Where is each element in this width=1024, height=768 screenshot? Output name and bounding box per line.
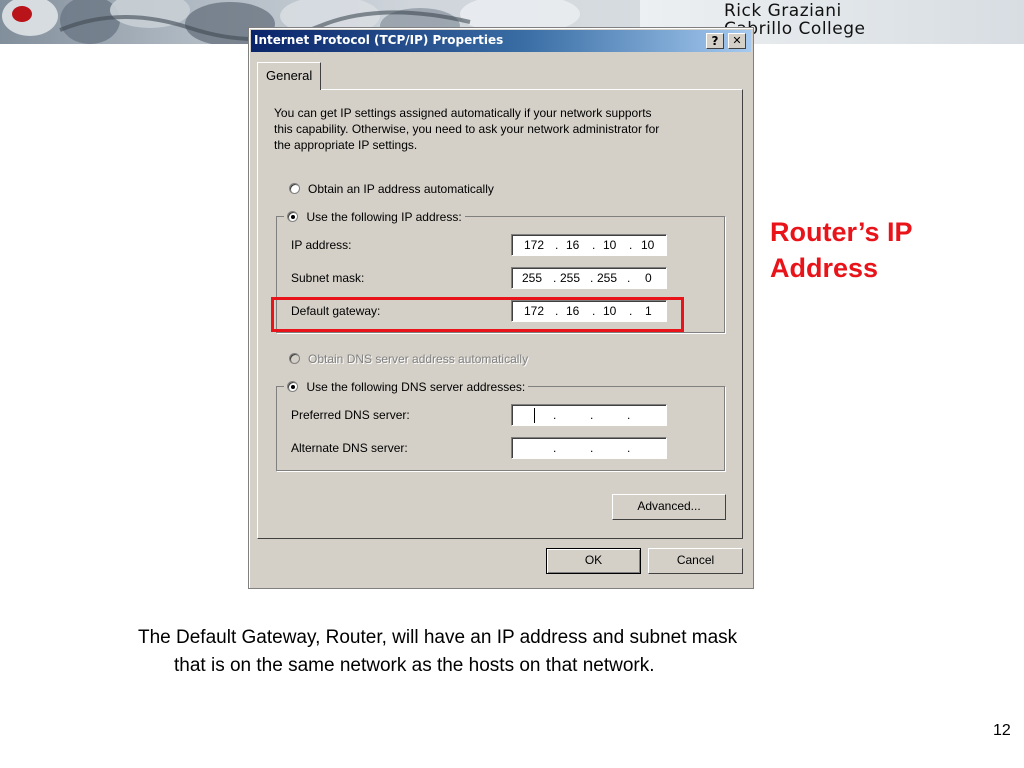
use-following-ip-label[interactable]: Use the following IP address: bbox=[306, 210, 461, 224]
tab-general-label: General bbox=[266, 68, 313, 83]
caption-line-1: The Default Gateway, Router, will have a… bbox=[138, 627, 738, 648]
use-following-dns-label[interactable]: Use the following DNS server addresses: bbox=[306, 380, 525, 394]
ip-octet-3: 10 bbox=[603, 238, 617, 252]
ip-octet-4: 10 bbox=[641, 238, 655, 252]
router-ip-callout: Router’s IP Address bbox=[770, 214, 913, 286]
ip-group-legend: Use the following IP address: bbox=[284, 208, 465, 226]
obtain-dns-auto-label[interactable]: Obtain DNS server address automatically bbox=[308, 352, 528, 366]
ip-octet-1: 172 bbox=[524, 238, 545, 252]
preferred-dns-field[interactable]: . . . bbox=[511, 404, 667, 426]
advanced-button[interactable]: Advanced... bbox=[612, 494, 726, 520]
dialog-title: Internet Protocol (TCP/IP) Properties bbox=[254, 33, 504, 47]
use-following-dns-radio[interactable] bbox=[287, 381, 298, 393]
mask-octet-3: 255 bbox=[597, 271, 618, 285]
use-following-ip-radio[interactable] bbox=[287, 211, 298, 223]
ok-button[interactable]: OK bbox=[546, 548, 641, 574]
subnet-mask-label: Subnet mask: bbox=[291, 271, 365, 285]
alternate-dns-label: Alternate DNS server: bbox=[291, 441, 408, 455]
ip-octet-2: 16 bbox=[566, 238, 580, 252]
page-number: 12 bbox=[993, 722, 1011, 739]
subnet-mask-field[interactable]: 255 . 255 . 255 . 0 bbox=[511, 267, 667, 289]
default-gateway-highlight-box bbox=[271, 297, 684, 332]
close-button[interactable]: ✕ bbox=[728, 33, 746, 49]
description-line-2: this capability. Otherwise, you need to … bbox=[274, 122, 660, 136]
ip-address-field[interactable]: 172 . 16 . 10 . 10 bbox=[511, 234, 667, 256]
mask-octet-2: 255 bbox=[560, 271, 581, 285]
banner-author-name: Rick Graziani bbox=[724, 1, 842, 21]
obtain-ip-auto-label[interactable]: Obtain an IP address automatically bbox=[308, 182, 494, 196]
help-button[interactable]: ? bbox=[706, 33, 724, 49]
mask-octet-1: 255 bbox=[522, 271, 543, 285]
description-line-1: You can get IP settings assigned automat… bbox=[274, 106, 652, 120]
callout-line-2: Address bbox=[770, 253, 879, 283]
callout-line-1: Router’s IP bbox=[770, 217, 913, 247]
cancel-button[interactable]: Cancel bbox=[648, 548, 743, 574]
dns-group-legend: Use the following DNS server addresses: bbox=[284, 378, 529, 396]
obtain-ip-auto-radio[interactable] bbox=[289, 183, 300, 194]
dialog-description: You can get IP settings assigned automat… bbox=[274, 105, 724, 153]
alternate-dns-field[interactable]: . . . bbox=[511, 437, 667, 459]
preferred-dns-label: Preferred DNS server: bbox=[291, 408, 410, 422]
tab-general[interactable]: General bbox=[257, 62, 321, 90]
mask-octet-4: 0 bbox=[645, 271, 652, 285]
caption-line-2: that is on the same network as the hosts… bbox=[174, 655, 655, 676]
ip-address-label: IP address: bbox=[291, 238, 352, 252]
obtain-dns-auto-radio[interactable] bbox=[289, 353, 300, 364]
description-line-3: the appropriate IP settings. bbox=[274, 138, 418, 152]
text-cursor bbox=[534, 408, 535, 423]
slide-caption: The Default Gateway, Router, will have a… bbox=[138, 624, 737, 680]
dialog-titlebar[interactable]: Internet Protocol (TCP/IP) Properties ? … bbox=[251, 30, 751, 52]
